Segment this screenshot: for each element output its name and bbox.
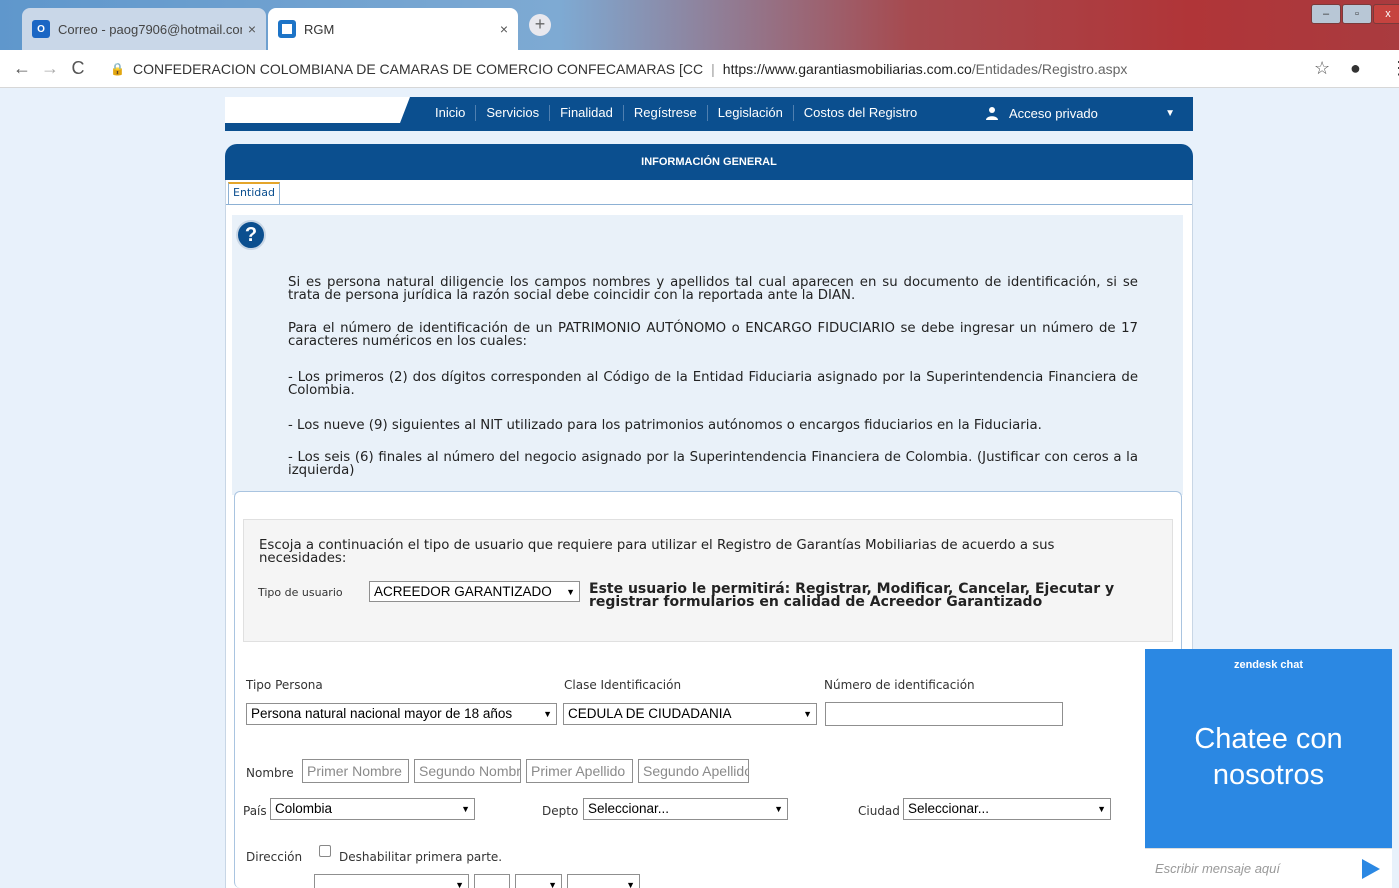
- user-type-value: ACREEDOR GARANTIZADO: [374, 584, 552, 599]
- minimize-button[interactable]: –: [1311, 4, 1341, 24]
- nav-inicio[interactable]: Inicio: [425, 105, 477, 121]
- direccion-numero-input[interactable]: [474, 874, 510, 888]
- site-identity[interactable]: CONFEDERACION COLOMBIANA DE CAMARAS DE C…: [133, 61, 703, 77]
- new-tab-button[interactable]: +: [529, 14, 551, 36]
- deshabilitar-checkbox[interactable]: [319, 845, 331, 857]
- private-access-label: Acceso privado: [1009, 105, 1098, 121]
- zendesk-chat-widget[interactable]: zendesk chat Chatee con nosotros Escribi…: [1145, 649, 1392, 888]
- url-host[interactable]: https://www.garantiasmobiliarias.com.co: [723, 61, 972, 77]
- deshabilitar-label: Deshabilitar primera parte.: [339, 850, 503, 864]
- numero-id-input[interactable]: [825, 702, 1063, 726]
- ciudad-select[interactable]: Seleccionar... ▼: [903, 798, 1111, 820]
- chat-placeholder: Escribir mensaje aquí: [1155, 861, 1280, 876]
- depto-select[interactable]: Seleccionar... ▼: [583, 798, 788, 820]
- direccion-letra-select[interactable]: ▼: [515, 874, 562, 888]
- chevron-down-icon: ▼: [543, 709, 552, 719]
- primer-apellido-input[interactable]: Primer Apellido: [526, 759, 633, 783]
- lock-icon: 🔒: [110, 61, 125, 76]
- chevron-down-icon: ▼: [1097, 804, 1106, 814]
- info-paragraph: - Los seis (6) finales al número del neg…: [288, 450, 1138, 478]
- segundo-nombre-input[interactable]: Segundo Nombre: [414, 759, 521, 783]
- tab-title: RGM: [304, 21, 335, 37]
- chevron-down-icon: ▼: [803, 709, 812, 719]
- tab-correo[interactable]: O Correo - paog7906@hotmail.com ×: [22, 8, 266, 50]
- browser-tab-bar: O Correo - paog7906@hotmail.com × RGM × …: [0, 0, 1399, 50]
- url-separator: |: [711, 60, 715, 77]
- info-paragraph: - Los primeros (2) dos dígitos correspon…: [288, 370, 1138, 398]
- nav-registrese[interactable]: Regístrese: [624, 105, 708, 121]
- segundo-apellido-input[interactable]: Segundo Apellido: [638, 759, 749, 783]
- outlook-icon: O: [32, 20, 50, 38]
- pais-select[interactable]: Colombia ▼: [270, 798, 475, 820]
- section-header: INFORMACIÓN GENERAL: [225, 144, 1193, 180]
- ciudad-value: Seleccionar...: [908, 801, 990, 816]
- ciudad-label: Ciudad: [858, 804, 900, 818]
- tipo-persona-select[interactable]: Persona natural nacional mayor de 18 año…: [246, 703, 557, 725]
- clase-id-value: CEDULA DE CIUDADANIA: [568, 706, 732, 721]
- help-icon[interactable]: ?: [236, 220, 266, 250]
- chevron-down-icon: ▼: [548, 880, 557, 888]
- close-window-button[interactable]: x: [1373, 4, 1399, 24]
- nav-links: Inicio Servicios Finalidad Regístrese Le…: [425, 105, 927, 121]
- info-paragraph: Si es persona natural diligencie los cam…: [288, 275, 1138, 303]
- clase-id-select[interactable]: CEDULA DE CIUDADANIA ▼: [563, 703, 817, 725]
- nav-servicios[interactable]: Servicios: [476, 105, 551, 121]
- menu-icon[interactable]: ⋮: [1390, 58, 1399, 79]
- direccion-label: Dirección: [246, 850, 303, 864]
- address-bar: ← → C 🔒 CONFEDERACION COLOMBIANA DE CAMA…: [0, 50, 1399, 88]
- tab-divider: [226, 204, 1192, 205]
- forward-icon[interactable]: →: [36, 58, 64, 79]
- tab-title: Correo - paog7906@hotmail.com: [58, 21, 242, 37]
- tipo-persona-label: Tipo Persona: [246, 678, 323, 692]
- chat-message-input[interactable]: Escribir mensaje aquí: [1145, 848, 1392, 888]
- tab-entidad[interactable]: Entidad: [228, 182, 280, 204]
- chevron-down-icon: ▼: [461, 804, 470, 814]
- chevron-down-icon: ▼: [774, 804, 783, 814]
- tipo-persona-value: Persona natural nacional mayor de 18 año…: [251, 706, 513, 721]
- bookmark-star-icon[interactable]: ☆: [1314, 58, 1330, 79]
- direccion-tipo-select[interactable]: ▼: [314, 874, 469, 888]
- nombre-label: Nombre: [246, 766, 294, 780]
- chevron-down-icon: ▼: [1165, 107, 1175, 119]
- chat-title: Chatee con nosotros: [1194, 723, 1343, 791]
- user-icon: [986, 107, 998, 120]
- chevron-down-icon: ▼: [455, 880, 464, 888]
- direccion-bis-select[interactable]: ▼: [567, 874, 640, 888]
- depto-label: Depto: [542, 804, 579, 818]
- user-type-prompt: Escoja a continuación el tipo de usuario…: [259, 538, 1055, 566]
- chevron-down-icon: ▼: [566, 587, 575, 597]
- back-icon[interactable]: ←: [8, 58, 36, 79]
- send-icon[interactable]: [1362, 859, 1380, 879]
- tab-rgm[interactable]: RGM ×: [268, 8, 518, 50]
- pais-label: País: [243, 804, 267, 818]
- maximize-button[interactable]: ▫: [1342, 4, 1372, 24]
- account-icon[interactable]: ●: [1350, 58, 1361, 79]
- numero-id-label: Número de identificación: [824, 678, 975, 692]
- close-icon[interactable]: ×: [500, 21, 508, 37]
- clase-id-label: Clase Identificación: [564, 678, 682, 692]
- private-access-dropdown[interactable]: Acceso privado ▼: [985, 102, 1185, 124]
- nav-costos[interactable]: Costos del Registro: [794, 105, 927, 121]
- depto-value: Seleccionar...: [588, 801, 670, 816]
- user-type-label: Tipo de usuario: [258, 586, 343, 599]
- chevron-down-icon: ▼: [626, 880, 635, 888]
- chat-brand: zendesk chat: [1233, 659, 1304, 671]
- nav-legislacion[interactable]: Legislación: [708, 105, 794, 121]
- reload-icon[interactable]: C: [64, 58, 92, 79]
- site-navigation: Inicio Servicios Finalidad Regístrese Le…: [225, 97, 1193, 131]
- info-paragraph: Para el número de identificación de un P…: [288, 321, 1138, 349]
- user-type-select[interactable]: ACREEDOR GARANTIZADO ▼: [369, 581, 580, 602]
- pais-value: Colombia: [275, 801, 333, 816]
- url-path[interactable]: /Entidades/Registro.aspx: [972, 61, 1128, 77]
- primer-nombre-input[interactable]: Primer Nombre: [302, 759, 409, 783]
- user-type-description: Este usuario le permitirá: Registrar, Mo…: [589, 581, 1115, 610]
- nav-finalidad[interactable]: Finalidad: [550, 105, 624, 121]
- user-type-box: Escoja a continuación el tipo de usuario…: [243, 519, 1173, 642]
- rgm-icon: [278, 20, 296, 38]
- close-icon[interactable]: ×: [248, 21, 256, 37]
- info-paragraph: - Los nueve (9) siguientes al NIT utiliz…: [288, 418, 1042, 433]
